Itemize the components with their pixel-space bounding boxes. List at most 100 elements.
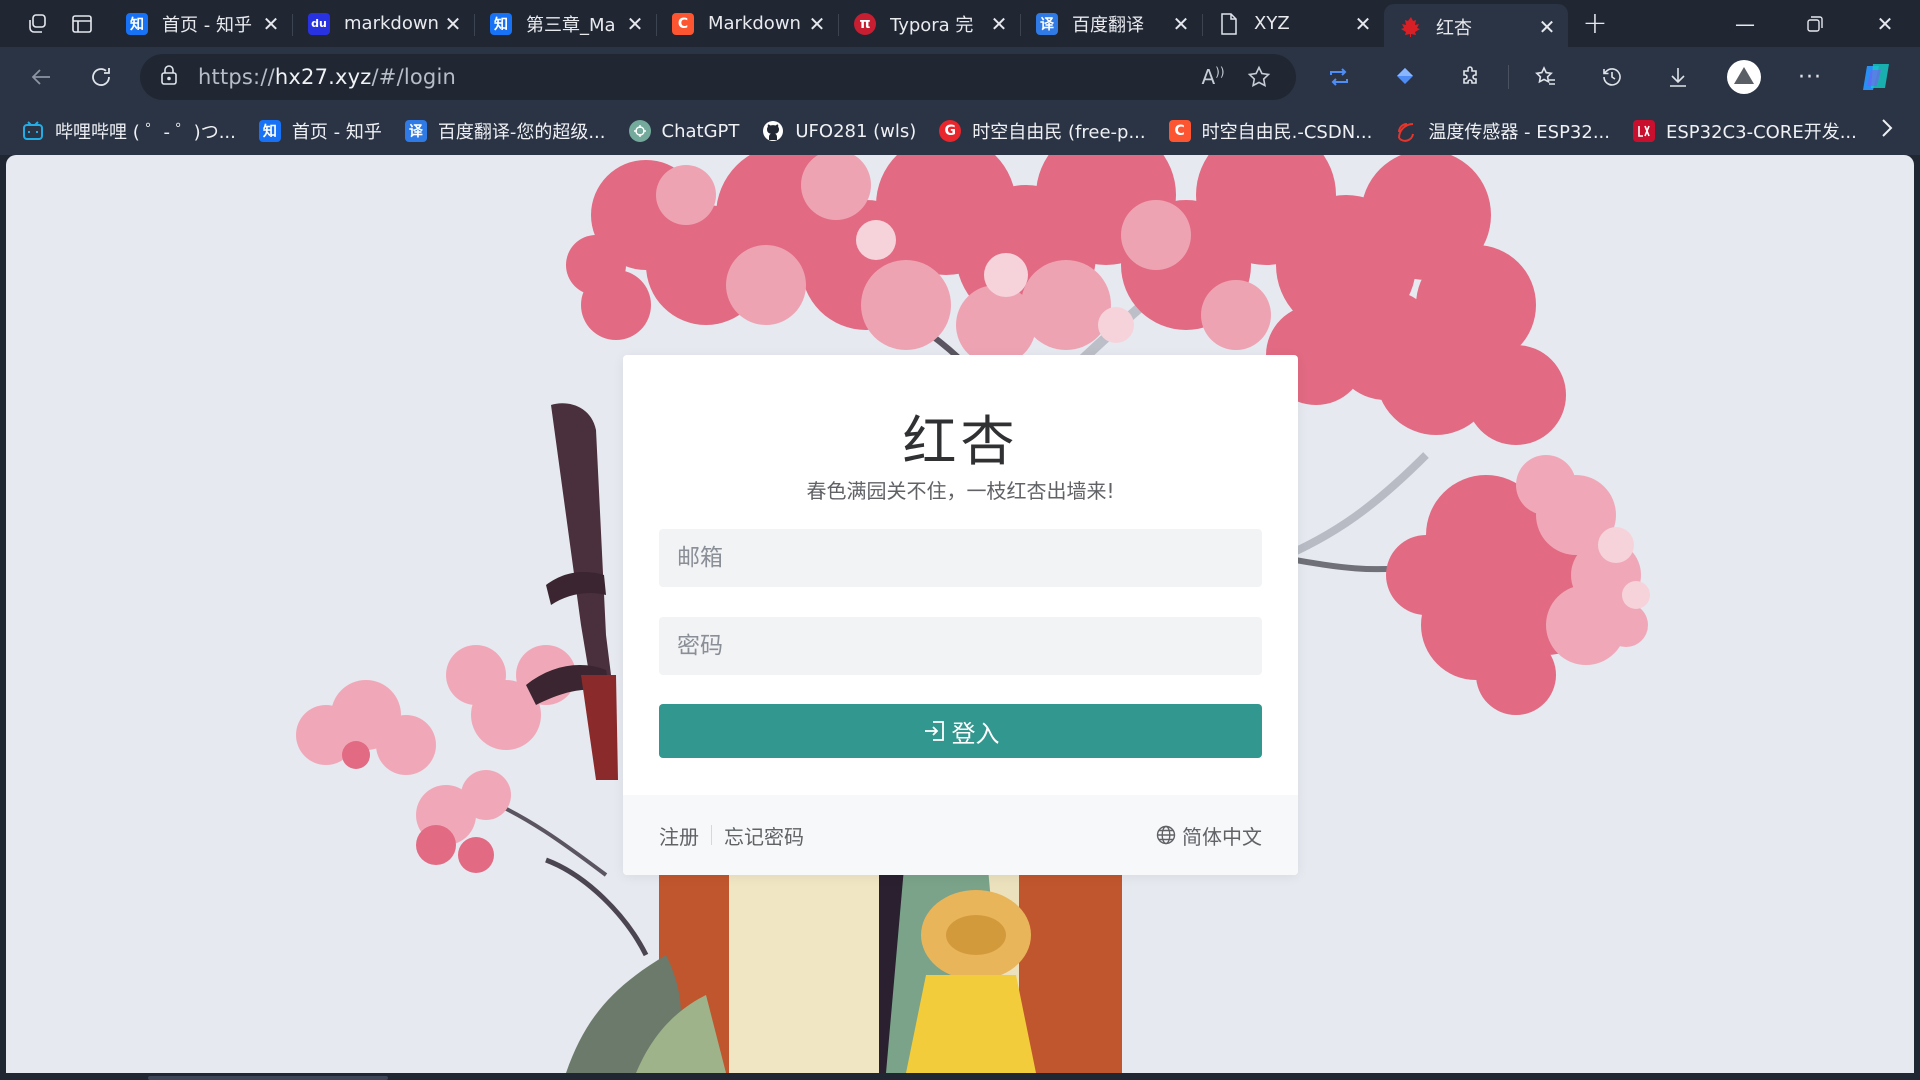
bookmark-baidu-translate[interactable]: 译 百度翻译-您的超级... — [404, 118, 606, 144]
tab-xyz[interactable]: XYZ ✕ — [1202, 4, 1384, 44]
close-icon[interactable]: ✕ — [260, 12, 282, 36]
bookmark-label: 时空自由民 (free-p... — [972, 122, 1146, 143]
back-icon[interactable] — [18, 54, 64, 100]
github-icon — [762, 120, 784, 142]
globe-icon — [1156, 825, 1176, 845]
close-icon[interactable]: ✕ — [1170, 12, 1192, 36]
tab-title: 第三章_Ma — [526, 14, 616, 36]
login-icon — [922, 718, 948, 744]
bookmark-bilibili[interactable]: 哔哩哔哩 ( ゜- ゜)つ... — [22, 118, 236, 144]
luatos-icon — [1633, 120, 1655, 142]
tab-title: Markdown — [708, 13, 801, 34]
login-card: 红杏 春色满园关不住，一枝红杏出墙来! 登入 注册 忘记密码 简体中文 — [623, 355, 1298, 875]
read-aloud-icon[interactable]: A)) — [1190, 65, 1236, 89]
refresh-icon[interactable] — [78, 54, 124, 100]
maple-leaf-icon — [1400, 16, 1422, 38]
url-text[interactable]: https://hx27.xyz/#/login — [198, 65, 1190, 89]
copilot-icon[interactable] — [1843, 54, 1909, 100]
tab-zhihu[interactable]: 知 首页 - 知乎 ✕ — [110, 4, 292, 44]
workspaces-icon[interactable] — [16, 4, 60, 44]
card-footer: 注册 忘记密码 简体中文 — [623, 795, 1298, 875]
close-icon[interactable]: ✕ — [442, 12, 464, 36]
tab-strip: 知 首页 - 知乎 ✕ du markdown ✕ 知 第三章_Ma ✕ C M… — [0, 0, 1920, 51]
tab-csdn-markdown[interactable]: C Markdown ✕ — [656, 4, 838, 44]
tab-typora[interactable]: π Typora 完 ✕ — [838, 4, 1020, 44]
bookmark-zhihu[interactable]: 知 首页 - 知乎 — [258, 118, 382, 144]
tab-baidu-translate[interactable]: 译 百度翻译 ✕ — [1020, 4, 1202, 44]
favorites-icon[interactable] — [1513, 54, 1579, 100]
translate-icon: 译 — [1036, 12, 1058, 35]
register-link[interactable]: 注册 — [659, 821, 699, 850]
bookmark-label: ChatGPT — [661, 120, 740, 142]
tab-title: 首页 - 知乎 — [162, 14, 252, 36]
forgot-password-link[interactable]: 忘记密码 — [724, 821, 804, 850]
horizontal-scrollbar[interactable] — [148, 1076, 388, 1080]
tab-title: XYZ — [1254, 13, 1290, 34]
minimize-icon[interactable]: — — [1710, 0, 1780, 47]
close-icon[interactable]: ✕ — [624, 12, 646, 36]
new-tab-button[interactable]: + — [1568, 4, 1622, 44]
close-icon[interactable]: ✕ — [806, 12, 828, 36]
login-label: 登入 — [951, 719, 1000, 748]
bookmark-github[interactable]: UFO281 (wls) — [762, 120, 916, 142]
history-icon[interactable] — [1579, 54, 1645, 100]
tab-baidu-markdown[interactable]: du markdown ✕ — [292, 4, 474, 44]
tab-actions-icon[interactable] — [60, 4, 104, 44]
bookmark-esp32c3[interactable]: ESP32C3-CORE开发... — [1633, 118, 1857, 144]
email-field[interactable] — [659, 529, 1262, 587]
bookmark-gitee[interactable]: G 时空自由民 (free-p... — [939, 118, 1146, 144]
bookmark-label: UFO281 (wls) — [795, 120, 917, 142]
more-menu-icon[interactable]: ··· — [1777, 54, 1843, 100]
extensions-puzzle-icon[interactable] — [1438, 54, 1504, 100]
tab-chapter3[interactable]: 知 第三章_Ma ✕ — [474, 4, 656, 44]
browser-toolbar: https://hx27.xyz/#/login A)) ··· — [0, 47, 1920, 107]
close-icon[interactable]: ✕ — [1352, 12, 1374, 36]
bilibili-tv-icon — [22, 120, 44, 142]
bookmark-label: 哔哩哔哩 ( ゜- ゜)つ... — [55, 122, 236, 143]
lock-icon[interactable] — [160, 64, 178, 91]
language-label: 简体中文 — [1182, 824, 1262, 849]
page-title: 红杏 — [902, 410, 1019, 473]
login-button[interactable]: 登入 — [659, 704, 1262, 758]
page-icon — [1218, 12, 1240, 35]
page-viewport: 红杏 春色满园关不住，一枝红杏出墙来! 登入 注册 忘记密码 简体中文 — [6, 155, 1914, 1073]
bookmark-label: ESP32C3-CORE开发... — [1666, 122, 1857, 143]
restore-icon[interactable] — [1780, 0, 1850, 47]
tab-title: 百度翻译 — [1072, 14, 1144, 36]
extension-diamond-icon[interactable] — [1372, 54, 1438, 100]
tab-title: 红杏 — [1436, 18, 1472, 39]
page-subtitle: 春色满园关不住，一枝红杏出墙来! — [806, 479, 1115, 503]
favorite-star-icon[interactable] — [1236, 65, 1282, 89]
bookmark-chatgpt[interactable]: ChatGPT — [628, 120, 740, 142]
tab-hongxing[interactable]: 红杏 ✕ — [1384, 3, 1568, 51]
csdn-icon: C — [1168, 120, 1191, 142]
close-window-icon[interactable]: ✕ — [1850, 0, 1920, 47]
profile-avatar-icon[interactable] — [1711, 54, 1777, 100]
downloads-icon[interactable] — [1645, 54, 1711, 100]
typora-icon: π — [854, 12, 876, 35]
password-field[interactable] — [659, 617, 1262, 675]
footer-divider — [711, 825, 712, 845]
close-icon[interactable]: ✕ — [1536, 15, 1558, 39]
window-controls: — ✕ — [1710, 0, 1920, 47]
address-bar[interactable]: https://hx27.xyz/#/login A)) — [140, 54, 1296, 100]
language-selector[interactable]: 简体中文 — [1156, 821, 1262, 850]
bookmark-csdn[interactable]: C 时空自由民.-CSDN... — [1168, 118, 1372, 144]
chatgpt-icon — [628, 120, 651, 142]
sync-icon[interactable] — [1306, 54, 1372, 100]
translate-icon: 译 — [404, 120, 427, 142]
csdn-icon: C — [672, 12, 694, 35]
close-icon[interactable]: ✕ — [988, 12, 1010, 36]
tab-title: markdown — [344, 13, 439, 34]
bookmark-label: 温度传感器 - ESP32... — [1428, 122, 1610, 143]
chevron-right-icon[interactable] — [1880, 118, 1894, 144]
espressif-icon — [1395, 120, 1417, 142]
bookmark-label: 首页 - 知乎 — [291, 122, 382, 143]
gitee-icon: G — [939, 120, 962, 142]
zhihu-icon: 知 — [258, 120, 281, 142]
toolbar-divider — [1508, 65, 1509, 89]
bookmark-label: 百度翻译-您的超级... — [437, 122, 606, 143]
tab-title: Typora 完 — [890, 14, 974, 36]
bookmark-esp32-temp[interactable]: 温度传感器 - ESP32... — [1395, 118, 1610, 144]
bookmarks-bar: 哔哩哔哩 ( ゜- ゜)つ... 知 首页 - 知乎 译 百度翻译-您的超级..… — [0, 107, 1920, 155]
